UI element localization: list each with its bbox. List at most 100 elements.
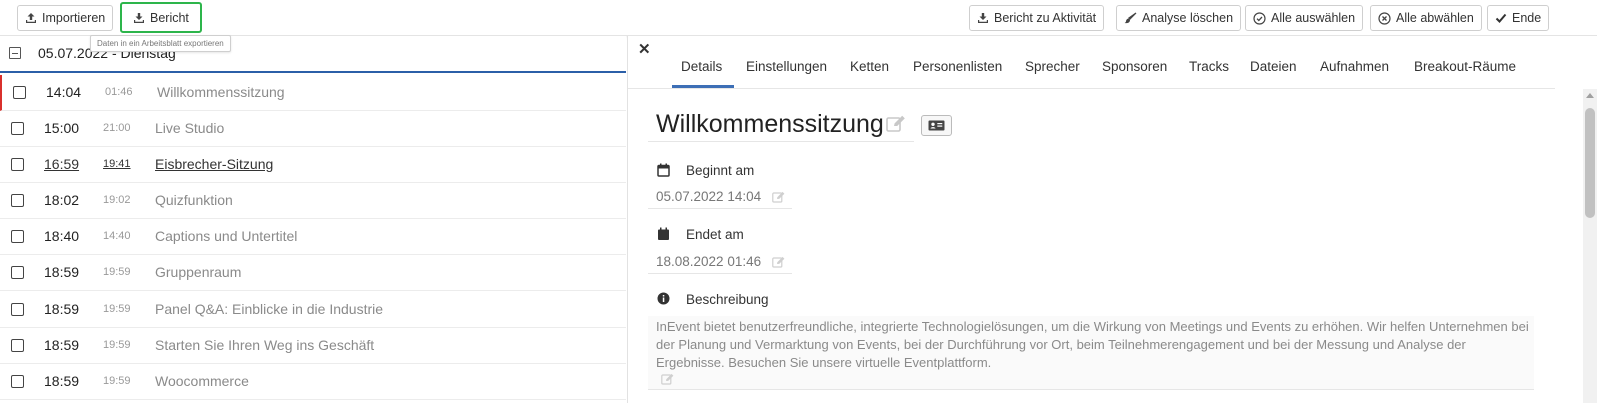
session-end-time: 19:41 (103, 158, 131, 170)
download-icon (134, 12, 144, 23)
info-icon (657, 292, 670, 305)
session-start-time: 18:40 (44, 228, 80, 244)
end-date-underline (648, 273, 792, 274)
session-start-time: 18:59 (44, 301, 80, 317)
edit-icon[interactable] (772, 256, 785, 268)
end-date-label: Endet am (686, 227, 744, 242)
session-title: Panel Q&A: Einblicke in die Industrie (155, 301, 384, 317)
import-button-label: Importieren (42, 11, 106, 25)
active-tab-indicator (672, 85, 734, 88)
end-button[interactable]: Ende (1487, 5, 1550, 31)
session-end-time: 19:59 (103, 375, 131, 387)
tab-einstellungen[interactable]: Einstellungen (746, 59, 827, 74)
session-start-time: 18:59 (44, 264, 80, 280)
clear-analysis-label: Analyse löschen (1142, 11, 1234, 25)
description-label: Beschreibung (686, 292, 769, 307)
session-title: Live Studio (155, 120, 225, 136)
calendar-outline-icon (657, 163, 670, 177)
session-checkbox[interactable] (11, 339, 24, 352)
tab-personenlisten[interactable]: Personenlisten (913, 59, 1002, 74)
session-title: Quizfunktion (155, 192, 233, 208)
session-row[interactable]: 16:59 19:41 Eisbrecher-Sitzung (0, 147, 626, 183)
session-checkbox[interactable] (11, 194, 24, 207)
id-card-icon (928, 120, 945, 131)
session-end-time: 21:00 (103, 122, 131, 134)
session-end-time: 14:40 (103, 230, 131, 242)
upload-icon (26, 13, 36, 23)
session-checkbox[interactable] (13, 86, 26, 99)
session-start-time: 18:02 (44, 192, 80, 208)
session-title: Gruppenraum (155, 264, 242, 280)
tab-tracks[interactable]: Tracks (1189, 59, 1229, 74)
session-checkbox[interactable] (11, 266, 24, 279)
session-checkbox[interactable] (11, 303, 24, 316)
report-button[interactable]: Bericht (120, 2, 202, 33)
session-row[interactable]: 18:59 19:59 Woocommerce (0, 364, 626, 400)
session-row[interactable]: 18:59 19:59 Starten Sie Ihren Weg ins Ge… (0, 328, 626, 364)
session-row[interactable]: 15:00 21:00 Live Studio (0, 111, 626, 147)
session-checkbox[interactable] (11, 375, 24, 388)
session-start-time: 16:59 (44, 156, 80, 172)
description-underline (648, 389, 1534, 390)
session-row[interactable]: 18:02 19:02 Quizfunktion (0, 183, 626, 219)
details-panel: ✕ Details Einstellungen Ketten Personenl… (627, 36, 1597, 403)
session-end-time: 19:59 (103, 303, 131, 315)
import-button[interactable]: Importieren (17, 5, 114, 31)
activity-report-button[interactable]: Bericht zu Aktivität (969, 5, 1105, 31)
session-start-time: 14:04 (46, 84, 82, 100)
x-circle-icon (1378, 11, 1391, 25)
activity-report-label: Bericht zu Aktivität (994, 11, 1097, 25)
session-end-time: 19:02 (103, 194, 131, 206)
session-title: Woocommerce (155, 373, 249, 389)
tab-aufnahmen[interactable]: Aufnahmen (1320, 59, 1389, 74)
id-card-button[interactable] (921, 115, 952, 136)
toolbar: Importieren Bericht Bericht zu Aktivität… (0, 0, 1597, 36)
edit-icon[interactable] (886, 115, 906, 133)
session-row[interactable]: 14:04 01:46 Willkommenssitzung (0, 75, 626, 111)
session-row[interactable]: 18:59 19:59 Panel Q&A: Einblicke in die … (0, 292, 626, 328)
session-row[interactable]: 18:59 19:59 Gruppenraum (0, 255, 626, 291)
report-button-label: Bericht (150, 10, 189, 25)
session-start-time: 18:59 (44, 373, 80, 389)
collapse-icon[interactable] (9, 47, 21, 59)
end-button-label: Ende (1512, 11, 1542, 25)
session-checkbox[interactable] (11, 122, 24, 135)
brush-icon (1124, 12, 1137, 24)
session-title: Captions und Untertitel (155, 228, 298, 244)
description-text: InEvent bietet benutzerfreundliche, inte… (656, 319, 1529, 370)
edit-icon[interactable] (772, 191, 785, 203)
clear-analysis-button[interactable]: Analyse löschen (1116, 5, 1242, 31)
session-title[interactable]: Eisbrecher-Sitzung (155, 156, 273, 172)
scrollbar-thumb[interactable] (1585, 108, 1595, 218)
session-end-time: 19:59 (103, 266, 131, 278)
select-all-label: Alle auswählen (1271, 11, 1356, 25)
session-checkbox[interactable] (11, 230, 24, 243)
tab-bar: Details Einstellungen Ketten Personenlis… (628, 36, 1555, 89)
end-date-value[interactable]: 18.08.2022 01:46 (656, 254, 761, 269)
tab-dateien[interactable]: Dateien (1250, 59, 1297, 74)
session-row[interactable]: 18:40 14:40 Captions und Untertitel (0, 219, 626, 255)
download-icon (978, 13, 988, 23)
start-date-underline (648, 208, 792, 209)
schedule-panel: 05.07.2022 - Dienstag 14:04 01:46 Willko… (0, 36, 626, 403)
check-icon (1495, 13, 1507, 23)
start-date-value[interactable]: 05.07.2022 14:04 (656, 189, 761, 204)
session-checkbox[interactable] (11, 158, 24, 171)
session-start-time: 18:59 (44, 337, 80, 353)
tab-ketten[interactable]: Ketten (850, 59, 889, 74)
session-end-time: 19:59 (103, 339, 131, 351)
select-all-button[interactable]: Alle auswählen (1245, 5, 1364, 31)
deselect-all-label: Alle abwählen (1396, 11, 1474, 25)
start-date-label: Beginnt am (686, 163, 755, 178)
session-start-time: 15:00 (44, 120, 80, 136)
tab-sprecher[interactable]: Sprecher (1025, 59, 1080, 74)
tab-sponsoren[interactable]: Sponsoren (1102, 59, 1167, 74)
tab-details[interactable]: Details (681, 59, 722, 74)
scroll-up-arrow-icon[interactable] (1586, 93, 1594, 98)
edit-icon[interactable] (661, 373, 674, 385)
tab-breakout-raeume[interactable]: Breakout-Räume (1414, 59, 1516, 74)
session-detail-title[interactable]: Willkommenssitzung (656, 110, 884, 139)
deselect-all-button[interactable]: Alle abwählen (1370, 5, 1482, 31)
report-tooltip: Daten in ein Arbeitsblatt exportieren (90, 35, 231, 52)
check-circle-icon (1253, 11, 1266, 25)
